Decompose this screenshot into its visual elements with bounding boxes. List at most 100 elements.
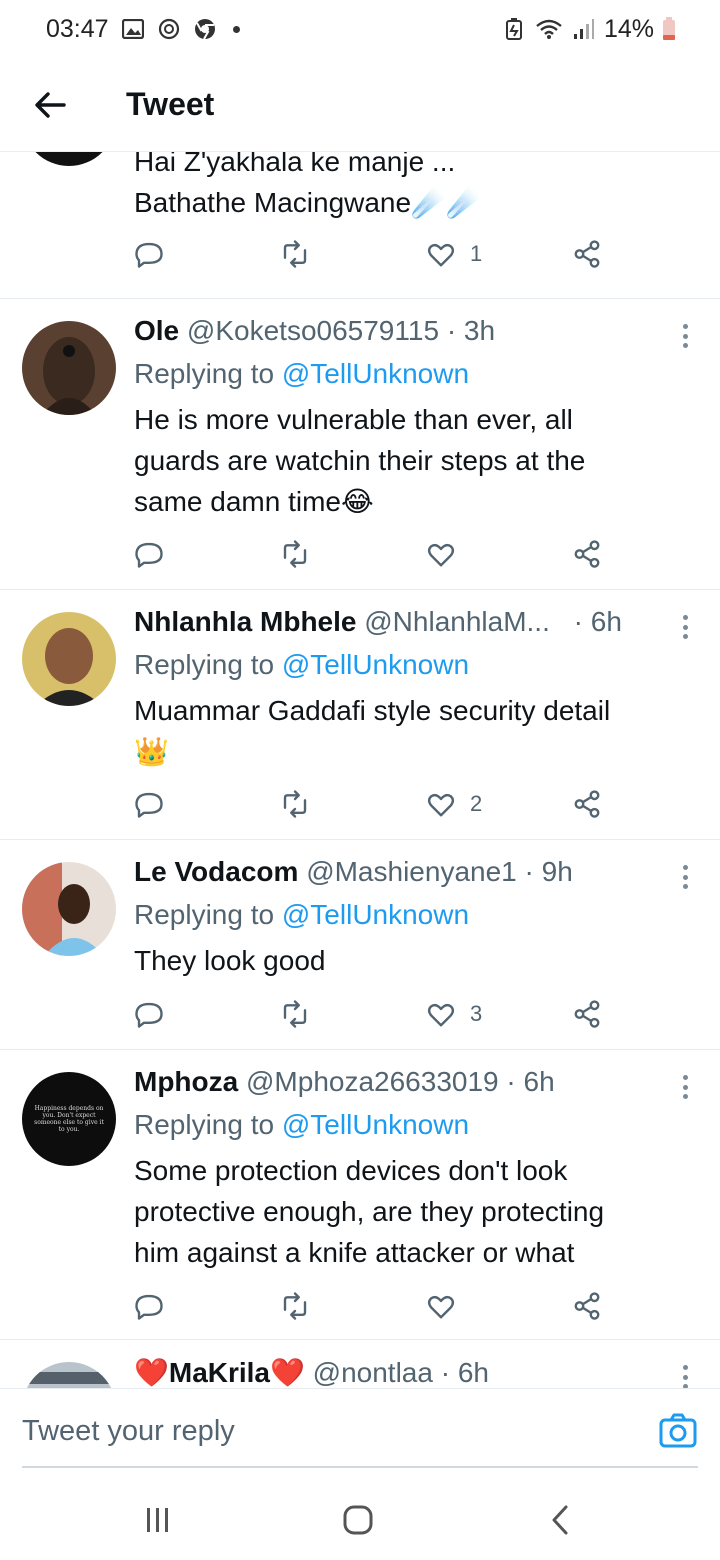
gallery-icon — [121, 17, 145, 41]
replying-to-line: Replying to @TellUnknown — [134, 358, 470, 389]
user-handle[interactable]: @Koketso06579115 — [187, 315, 439, 346]
display-name[interactable]: ❤️MaKrila❤️ — [134, 1357, 305, 1388]
camera-icon — [659, 1413, 697, 1448]
retweet-icon — [283, 1000, 307, 1028]
tweet-header: Le Vodacom @Mashienyane1 · 9h — [134, 856, 674, 888]
display-name[interactable]: Nhlanhla Mbhele — [134, 606, 356, 637]
retweet-icon — [283, 1292, 307, 1320]
like-button[interactable]: 1 — [426, 236, 482, 272]
more-options-icon[interactable] — [680, 1362, 690, 1388]
recent-apps-button[interactable] — [138, 1502, 178, 1538]
like-button[interactable] — [426, 536, 470, 572]
replying-to-line: Replying to @TellUnknown — [134, 899, 470, 930]
input-underline — [22, 1466, 698, 1468]
display-name[interactable]: Mphoza — [134, 1066, 238, 1097]
retweet-icon — [283, 240, 307, 268]
tweet-item[interactable]: Happiness depends on you. Don't expect s… — [0, 1050, 720, 1340]
like-button[interactable]: 2 — [426, 786, 482, 822]
tweet-item[interactable]: ❤️MaKrila❤️ @nontlaa · 6h — [0, 1340, 720, 1388]
camera-button[interactable] — [658, 1411, 698, 1451]
reply-icon — [135, 242, 163, 268]
tweet-item[interactable]: Nhlanhla Mbhele @NhlanhlaM... · 6h Reply… — [0, 590, 720, 840]
reply-button[interactable] — [134, 236, 164, 272]
avatar[interactable] — [22, 152, 116, 166]
share-button[interactable] — [572, 996, 602, 1032]
more-options-icon[interactable] — [680, 612, 690, 642]
system-nav-bar — [0, 1480, 720, 1560]
avatar[interactable] — [22, 612, 116, 706]
retweet-button[interactable] — [280, 536, 310, 572]
chevron-left-icon — [552, 1505, 568, 1535]
more-options-icon[interactable] — [680, 1072, 690, 1102]
heart-icon — [427, 1295, 455, 1319]
mention-link[interactable]: @TellUnknown — [282, 1109, 469, 1140]
system-back-button[interactable] — [540, 1502, 580, 1538]
share-icon — [574, 1000, 600, 1028]
user-handle[interactable]: @nontlaa — [313, 1357, 433, 1388]
retweet-button[interactable] — [280, 996, 310, 1032]
retweet-button[interactable] — [280, 786, 310, 822]
user-handle[interactable]: @Mashienyane1 — [306, 856, 517, 887]
reply-button[interactable] — [134, 536, 164, 572]
reply-input[interactable]: Tweet your reply — [22, 1415, 235, 1448]
tweet-actions — [134, 536, 604, 572]
recent-apps-icon — [147, 1508, 168, 1532]
retweet-button[interactable] — [280, 236, 310, 272]
retweet-icon — [283, 790, 307, 818]
replying-to-line: Replying to @TellUnknown — [134, 1109, 470, 1140]
reply-button[interactable] — [134, 996, 164, 1032]
tweet-time: · 6h — [506, 1066, 555, 1097]
avatar[interactable] — [22, 321, 116, 415]
avatar[interactable] — [22, 1362, 116, 1388]
more-options-icon[interactable] — [680, 321, 690, 351]
reply-button[interactable] — [134, 786, 164, 822]
tweet-header: Nhlanhla Mbhele @NhlanhlaM... · 6h — [134, 606, 674, 638]
heart-icon — [427, 1003, 455, 1027]
like-count: 2 — [470, 791, 483, 816]
avatar[interactable] — [22, 862, 116, 956]
display-name[interactable]: Le Vodacom — [134, 856, 298, 887]
retweet-button[interactable] — [280, 1288, 310, 1324]
replies-feed[interactable]: Hai Z'yakhala ke manje ... Bathathe Maci… — [0, 152, 720, 1388]
share-button[interactable] — [572, 786, 602, 822]
share-button[interactable] — [572, 536, 602, 572]
tweet-header: ❤️MaKrila❤️ @nontlaa · 6h — [134, 1356, 674, 1388]
user-handle[interactable]: @NhlanhlaM... — [364, 606, 550, 637]
notification-dot-icon — [232, 25, 240, 33]
top-app-bar: Tweet — [0, 58, 720, 152]
user-handle[interactable]: @Mphoza26633019 — [246, 1066, 499, 1097]
home-button[interactable] — [338, 1502, 378, 1538]
status-time: 03:47 — [46, 14, 109, 43]
avatar[interactable]: Happiness depends on you. Don't expect s… — [22, 1072, 116, 1166]
share-button[interactable] — [572, 1288, 602, 1324]
reply-button[interactable] — [134, 1288, 164, 1324]
tweet-item[interactable]: Ole @Koketso06579115 · 3h Replying to @T… — [0, 299, 720, 590]
signal-icon — [572, 17, 596, 41]
tweet-time: · 6h — [573, 606, 622, 637]
display-name[interactable]: Ole — [134, 315, 179, 346]
share-icon — [574, 1292, 600, 1320]
mention-link[interactable]: @TellUnknown — [282, 649, 469, 680]
mention-link[interactable]: @TellUnknown — [282, 899, 469, 930]
tweet-header: Ole @Koketso06579115 · 3h — [134, 315, 674, 347]
like-count: 1 — [470, 241, 483, 266]
tweet-item[interactable]: Hai Z'yakhala ke manje ... Bathathe Maci… — [0, 152, 720, 299]
like-count: 3 — [470, 1001, 483, 1026]
home-icon — [343, 1505, 373, 1535]
back-button[interactable] — [20, 75, 80, 135]
reply-icon — [135, 542, 163, 568]
tweet-text: They look good — [134, 945, 326, 976]
mention-link[interactable]: @TellUnknown — [282, 358, 469, 389]
tweet-item[interactable]: Le Vodacom @Mashienyane1 · 9h Replying t… — [0, 840, 720, 1050]
heart-icon — [427, 793, 455, 817]
more-options-icon[interactable] — [680, 862, 690, 892]
reply-composer: Tweet your reply — [0, 1388, 720, 1480]
tweet-actions: 2 — [134, 786, 604, 822]
reply-icon — [135, 1294, 163, 1320]
reply-icon — [135, 1002, 163, 1028]
share-button[interactable] — [572, 236, 602, 272]
like-button[interactable]: 3 — [426, 996, 482, 1032]
battery-icon — [662, 17, 676, 41]
battery-percent: 14% — [603, 14, 654, 43]
like-button[interactable] — [426, 1288, 470, 1324]
